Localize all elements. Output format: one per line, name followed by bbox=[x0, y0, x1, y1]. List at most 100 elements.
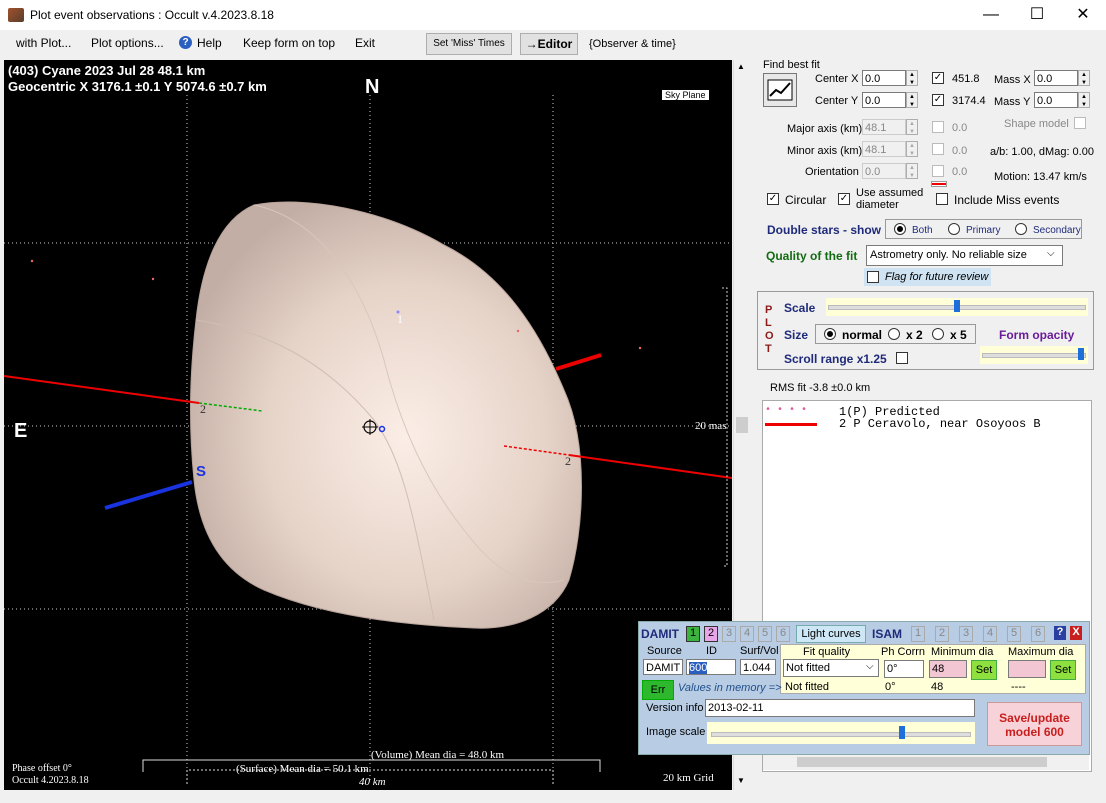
scale-slider-thumb[interactable] bbox=[954, 300, 960, 312]
version-info-field[interactable]: 2013-02-11 bbox=[705, 699, 975, 717]
isam-tab-4[interactable]: 4 bbox=[983, 626, 997, 642]
major-axis-input[interactable]: 48.1 bbox=[862, 119, 906, 135]
menu-plot-options[interactable]: Plot options... bbox=[91, 36, 164, 50]
menu-help[interactable]: Help bbox=[197, 36, 222, 50]
scroll-thumb[interactable] bbox=[736, 417, 748, 433]
maximize-button[interactable]: ☐ bbox=[1014, 0, 1060, 30]
damit-tab-3[interactable]: 3 bbox=[722, 626, 736, 642]
isam-tab-3[interactable]: 3 bbox=[959, 626, 973, 642]
orientation-input[interactable]: 0.0 bbox=[862, 163, 906, 179]
set-miss-times-button[interactable]: Set 'Miss' Times bbox=[426, 33, 512, 55]
mass-y-input[interactable]: 0.0 bbox=[1034, 92, 1078, 108]
minor-axis-checkbox[interactable] bbox=[932, 143, 944, 155]
scroll-up-arrow-icon[interactable]: ▲ bbox=[737, 62, 745, 71]
include-miss-checkbox[interactable] bbox=[936, 193, 948, 205]
orientation-stepper[interactable]: ▲ ▼ bbox=[906, 163, 918, 179]
ab-dmag-label: a/b: 1.00, dMag: 0.00 bbox=[990, 146, 1094, 158]
damit-tab-5[interactable]: 5 bbox=[758, 626, 772, 642]
radio-both[interactable] bbox=[894, 223, 906, 235]
damit-tab-4[interactable]: 4 bbox=[740, 626, 754, 642]
mass-x-stepper[interactable]: ▲ ▼ bbox=[1078, 70, 1090, 86]
observer-time-label[interactable]: {Observer & time} bbox=[589, 38, 676, 50]
save-update-button[interactable]: Save/update model 600 bbox=[987, 702, 1082, 746]
circular-checkbox[interactable]: ✓ bbox=[767, 193, 779, 205]
minimize-button[interactable]: — bbox=[968, 0, 1014, 30]
mass-y-stepper[interactable]: ▲ ▼ bbox=[1078, 92, 1090, 108]
scroll-down-arrow-icon[interactable]: ▼ bbox=[737, 776, 745, 785]
scale-40km-label: 40 km bbox=[359, 776, 386, 788]
quality-label: Quality of the fit bbox=[766, 249, 858, 263]
opacity-slider-thumb[interactable] bbox=[1078, 348, 1084, 360]
row2-text[interactable]: 2 P Ceravolo, near Osoyoos B bbox=[839, 417, 1041, 431]
minor-axis-label: Minor axis (km) bbox=[787, 145, 863, 157]
plot-canvas[interactable]: (403) Cyane 2023 Jul 28 48.1 km Geocentr… bbox=[4, 60, 732, 790]
orientation-checkbox[interactable] bbox=[932, 165, 944, 177]
image-scale-thumb[interactable] bbox=[899, 726, 905, 739]
light-curves-button[interactable]: Light curves bbox=[796, 625, 866, 643]
flag-review-checkbox[interactable] bbox=[867, 271, 879, 283]
fit-quality-dropdown[interactable]: Not fitted ⌵ bbox=[783, 659, 879, 677]
mass-x-input[interactable]: 0.0 bbox=[1034, 70, 1078, 86]
scroll-range-checkbox[interactable] bbox=[896, 352, 908, 364]
isam-tab-1[interactable]: 1 bbox=[911, 626, 925, 642]
min-dia-field[interactable]: 48 bbox=[929, 660, 967, 678]
radio-x5[interactable] bbox=[932, 328, 944, 340]
menu-keep-on-top[interactable]: Keep form on top bbox=[243, 36, 335, 50]
max-dia-set-button[interactable]: Set bbox=[1050, 660, 1076, 680]
image-scale-slider[interactable] bbox=[707, 722, 975, 744]
quality-value: Astrometry only. No reliable size bbox=[870, 249, 1027, 261]
row2-line-marker bbox=[765, 423, 817, 426]
source-field[interactable]: DAMIT bbox=[643, 659, 683, 675]
minor-axis-input[interactable]: 48.1 bbox=[862, 141, 906, 157]
center-y-stepper[interactable]: ▲ ▼ bbox=[906, 92, 918, 108]
scale-slider-track[interactable] bbox=[826, 298, 1088, 316]
ph-corrn-memory: 0° bbox=[885, 681, 896, 693]
opacity-slider-track[interactable] bbox=[980, 346, 1088, 364]
damit-tab-2[interactable]: 2 bbox=[704, 626, 718, 642]
min-dia-set-button[interactable]: Set bbox=[971, 660, 997, 680]
isam-tab-5[interactable]: 5 bbox=[1007, 626, 1021, 642]
shape-model-checkbox[interactable] bbox=[1074, 117, 1086, 129]
max-dia-field[interactable] bbox=[1008, 660, 1046, 678]
id-label: ID bbox=[706, 645, 717, 657]
radio-both-label: Both bbox=[912, 225, 933, 236]
id-field[interactable]: 600 bbox=[686, 659, 736, 675]
isam-tab-2[interactable]: 2 bbox=[935, 626, 949, 642]
radio-normal[interactable] bbox=[824, 328, 836, 340]
menu-exit[interactable]: Exit bbox=[355, 36, 375, 50]
quality-dropdown[interactable]: Astrometry only. No reliable size ⌵ bbox=[866, 245, 1063, 266]
damit-tab-6[interactable]: 6 bbox=[776, 626, 790, 642]
center-x-stepper[interactable]: ▲ ▼ bbox=[906, 70, 918, 86]
help-icon[interactable]: ? bbox=[179, 36, 192, 49]
ph-corrn-field[interactable]: 0° bbox=[884, 660, 924, 678]
err-button[interactable]: Err bbox=[642, 680, 674, 700]
include-miss-label: Include Miss events bbox=[954, 193, 1060, 207]
isam-tab-6[interactable]: 6 bbox=[1031, 626, 1045, 642]
find-best-fit-button[interactable] bbox=[763, 73, 797, 107]
radio-primary[interactable] bbox=[948, 223, 960, 235]
damit-tab-1[interactable]: 1 bbox=[686, 626, 700, 642]
motion-label: Motion: 13.47 km/s bbox=[994, 171, 1087, 183]
damit-close-button[interactable]: X bbox=[1070, 626, 1082, 640]
center-y-input[interactable]: 0.0 bbox=[862, 92, 906, 108]
surfvol-field[interactable]: 1.044 bbox=[740, 659, 776, 675]
editor-button[interactable]: →Editor bbox=[520, 33, 578, 55]
radio-normal-label: normal bbox=[842, 328, 883, 342]
menu-with-plot[interactable]: with Plot... bbox=[16, 36, 71, 50]
damit-help-button[interactable]: ? bbox=[1054, 626, 1066, 640]
list-hscroll-thumb[interactable] bbox=[797, 757, 1047, 767]
chord-label-2a: 2 bbox=[200, 402, 206, 416]
fit-y-checkbox[interactable]: ✓ bbox=[932, 94, 944, 106]
center-x-input[interactable]: 0.0 bbox=[862, 70, 906, 86]
radio-x2[interactable] bbox=[888, 328, 900, 340]
close-window-button[interactable]: ✕ bbox=[1060, 0, 1106, 30]
major-axis-checkbox[interactable] bbox=[932, 121, 944, 133]
minor-axis-stepper[interactable]: ▲ ▼ bbox=[906, 141, 918, 157]
use-assumed-checkbox[interactable]: ✓ bbox=[838, 193, 850, 205]
radio-secondary[interactable] bbox=[1015, 223, 1027, 235]
list-hscrollbar[interactable] bbox=[763, 753, 1089, 770]
fit-y-value: 3174.4 bbox=[952, 95, 986, 107]
major-axis-stepper[interactable]: ▲ ▼ bbox=[906, 119, 918, 135]
fit-x-checkbox[interactable]: ✓ bbox=[932, 72, 944, 84]
shape-model-label: Shape model bbox=[1004, 118, 1069, 130]
